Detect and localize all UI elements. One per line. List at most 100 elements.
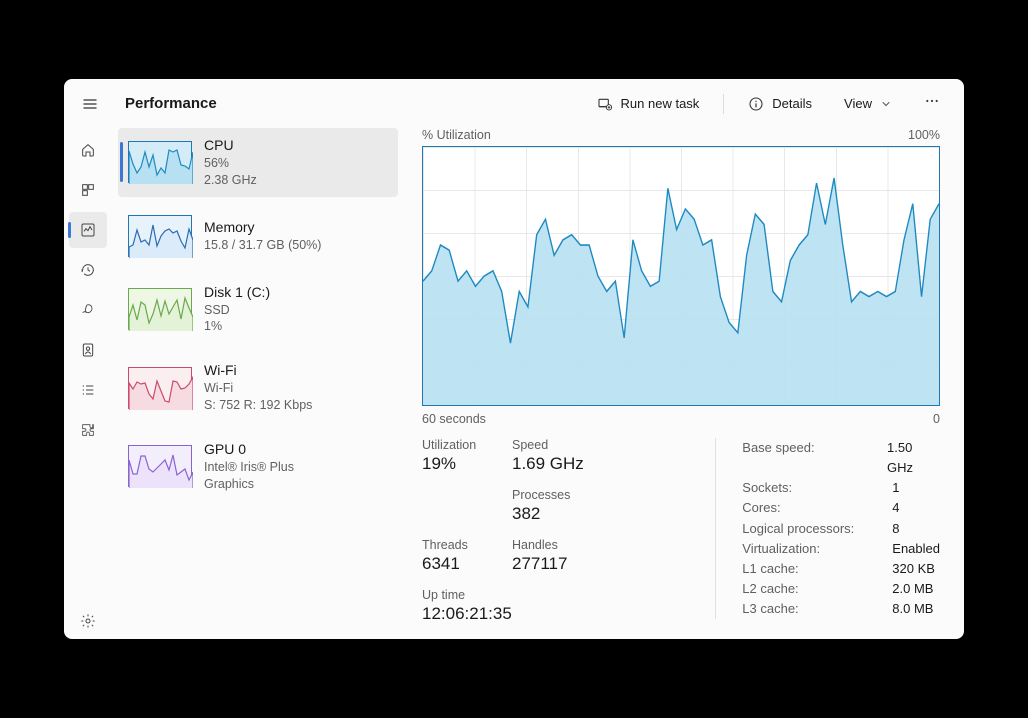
cpu-utilization-chart xyxy=(422,146,940,406)
perf-sub2: Graphics xyxy=(204,476,294,493)
rail-settings[interactable] xyxy=(69,603,107,639)
hamburger-menu-icon[interactable] xyxy=(80,94,100,114)
spec-val: 8 xyxy=(892,519,899,539)
spec-key: L3 cache: xyxy=(742,599,892,619)
main-panel: % Utilization 100% 60 seconds 0 Utilizat… xyxy=(404,128,964,639)
chart-x-right: 0 xyxy=(933,412,940,426)
startup-icon xyxy=(80,302,96,318)
spec-key: L1 cache: xyxy=(742,559,892,579)
processes-value: 382 xyxy=(512,504,602,524)
rail-processes[interactable] xyxy=(69,172,107,208)
left-stats: Utilization 19% Speed 1.69 GHz Processes… xyxy=(422,438,687,638)
history-icon xyxy=(80,262,96,278)
details-button[interactable]: Details xyxy=(740,92,820,116)
uptime-label: Up time xyxy=(422,588,602,602)
spec-val: 1 xyxy=(892,478,899,498)
chart-footer: 60 seconds 0 xyxy=(422,412,940,426)
perf-sub1: SSD xyxy=(204,302,270,319)
sparkline-disk xyxy=(128,288,192,330)
spec-row: Sockets:1 xyxy=(742,478,940,498)
spec-key: Cores: xyxy=(742,498,892,518)
perf-sub1: 56% xyxy=(204,155,257,172)
chart-x-left: 60 seconds xyxy=(422,412,486,426)
chart-y-max: 100% xyxy=(908,128,940,142)
spec-key: Virtualization: xyxy=(742,539,892,559)
grid-icon xyxy=(80,182,96,198)
info-icon xyxy=(748,96,764,112)
spec-val: 320 KB xyxy=(892,559,935,579)
perf-sub1: Wi-Fi xyxy=(204,380,312,397)
toolbar-divider xyxy=(723,94,724,114)
stats-row: Utilization 19% Speed 1.69 GHz Processes… xyxy=(422,438,940,638)
rail-startup[interactable] xyxy=(69,292,107,328)
nav-rail xyxy=(64,128,112,639)
perf-sub1: 15.8 / 31.7 GB (50%) xyxy=(204,237,321,254)
perf-name: Wi-Fi xyxy=(204,361,312,380)
more-button[interactable] xyxy=(916,89,948,118)
perf-name: GPU 0 xyxy=(204,440,294,459)
sidebar-item-disk[interactable]: Disk 1 (C:) SSD 1% xyxy=(118,275,398,344)
spec-row: L2 cache:2.0 MB xyxy=(742,579,940,599)
spec-row: L3 cache:8.0 MB xyxy=(742,599,940,619)
sparkline-cpu xyxy=(128,141,192,183)
puzzle-icon xyxy=(80,422,96,438)
perf-name: Disk 1 (C:) xyxy=(204,283,270,302)
performance-icon xyxy=(80,222,96,238)
rail-performance[interactable] xyxy=(69,212,107,248)
spec-row: Base speed:1.50 GHz xyxy=(742,438,940,478)
rail-history[interactable] xyxy=(69,252,107,288)
details-label: Details xyxy=(772,96,812,111)
spec-val: 8.0 MB xyxy=(892,599,933,619)
rail-home[interactable] xyxy=(69,132,107,168)
utilization-value: 19% xyxy=(422,454,512,474)
sparkline-wifi xyxy=(128,367,192,409)
page-title: Performance xyxy=(125,95,217,112)
run-task-icon xyxy=(597,96,613,112)
perf-sub2: 1% xyxy=(204,318,270,335)
chart-y-label: % Utilization xyxy=(422,128,491,142)
processes-label: Processes xyxy=(512,488,602,502)
gear-icon xyxy=(80,613,96,629)
perf-sidebar: CPU 56% 2.38 GHz Memory 15.8 / 31.7 GB (… xyxy=(112,128,404,639)
handles-label: Handles xyxy=(512,538,602,552)
sparkline-mem xyxy=(128,215,192,257)
spec-table: Base speed:1.50 GHzSockets:1Cores:4Logic… xyxy=(715,438,940,619)
handles-value: 277117 xyxy=(512,554,602,574)
list-icon xyxy=(80,382,96,398)
utilization-label: Utilization xyxy=(422,438,512,452)
sparkline-gpu xyxy=(128,445,192,487)
sidebar-item-wifi[interactable]: Wi-Fi Wi-Fi S: 752 R: 192 Kbps xyxy=(118,353,398,422)
spec-val: 2.0 MB xyxy=(892,579,933,599)
spec-val: 4 xyxy=(892,498,899,518)
perf-name: CPU xyxy=(204,136,257,155)
spec-val: 1.50 GHz xyxy=(887,438,940,478)
uptime-value: 12:06:21:35 xyxy=(422,604,602,624)
task-manager-window: Performance Run new task Details View xyxy=(64,79,964,639)
spec-row: Virtualization:Enabled xyxy=(742,539,940,559)
perf-sub1: Intel® Iris® Plus xyxy=(204,459,294,476)
speed-label: Speed xyxy=(512,438,602,452)
spec-row: Logical processors:8 xyxy=(742,519,940,539)
titlebar: Performance Run new task Details View xyxy=(64,79,964,128)
rail-services[interactable] xyxy=(69,412,107,448)
perf-name: Memory xyxy=(204,218,321,237)
rail-users[interactable] xyxy=(69,332,107,368)
perf-sub2: 2.38 GHz xyxy=(204,172,257,189)
spec-key: Logical processors: xyxy=(742,519,892,539)
perf-sub2: S: 752 R: 192 Kbps xyxy=(204,397,312,414)
sidebar-item-cpu[interactable]: CPU 56% 2.38 GHz xyxy=(118,128,398,197)
users-icon xyxy=(80,342,96,358)
rail-details[interactable] xyxy=(69,372,107,408)
view-dropdown[interactable]: View xyxy=(836,92,900,115)
sidebar-item-mem[interactable]: Memory 15.8 / 31.7 GB (50%) xyxy=(118,207,398,265)
spec-key: Sockets: xyxy=(742,478,892,498)
spec-key: L2 cache: xyxy=(742,579,892,599)
spec-row: L1 cache:320 KB xyxy=(742,559,940,579)
spec-row: Cores:4 xyxy=(742,498,940,518)
view-label: View xyxy=(844,96,872,111)
sidebar-item-gpu[interactable]: GPU 0 Intel® Iris® Plus Graphics xyxy=(118,432,398,501)
run-new-task-button[interactable]: Run new task xyxy=(589,92,708,116)
run-new-task-label: Run new task xyxy=(621,96,700,111)
home-icon xyxy=(80,142,96,158)
threads-value: 6341 xyxy=(422,554,512,574)
